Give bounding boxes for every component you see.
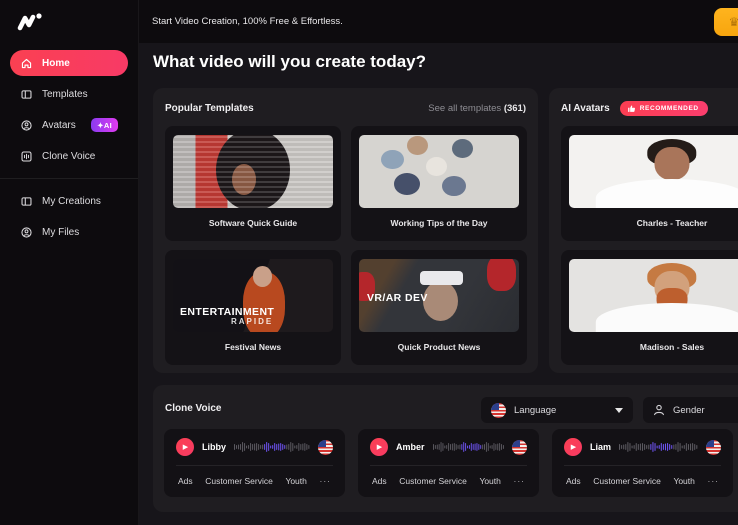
template-card[interactable]: ENTERTAINMENT RAPIDE Festival News <box>165 250 341 365</box>
templates-icon <box>20 88 33 101</box>
voice-name: Amber <box>396 442 425 452</box>
thumbnail-overlay-text: VR/AR DEV <box>367 292 428 304</box>
language-dropdown[interactable]: Language <box>481 397 633 423</box>
template-caption: Festival News <box>173 342 333 352</box>
more-tags-icon[interactable]: ··· <box>319 476 331 486</box>
sidebar-divider <box>0 178 138 179</box>
voice-tag[interactable]: Customer Service <box>205 476 273 486</box>
template-thumbnail: VR/AR DEV <box>359 259 519 332</box>
voice-name: Liam <box>590 442 611 452</box>
template-caption: Quick Product News <box>359 342 519 352</box>
popular-templates-title: Popular Templates <box>165 103 254 114</box>
template-thumbnail: ENTERTAINMENT RAPIDE <box>173 259 333 332</box>
sidebar-item-label: Home <box>42 58 70 69</box>
waveform-graphic <box>619 440 698 454</box>
avatars-icon <box>20 119 33 132</box>
voice-tag[interactable]: Ads <box>566 476 581 486</box>
template-card[interactable]: Working Tips of the Day <box>351 126 527 241</box>
recommended-badge: RECOMMENDED <box>620 101 708 116</box>
template-caption: Working Tips of the Day <box>359 218 519 228</box>
voice-tag[interactable]: Youth <box>285 476 306 486</box>
sidebar-item-label: Avatars <box>42 120 76 131</box>
us-flag-icon <box>491 403 506 418</box>
clone-voice-icon <box>20 150 33 163</box>
page-title: What video will you create today? <box>153 52 426 72</box>
voice-tag[interactable]: Ads <box>372 476 387 486</box>
template-thumbnail <box>359 135 519 208</box>
play-voice-button[interactable]: ▶ <box>370 438 388 456</box>
app-window: Start Video Creation, 100% Free & Effort… <box>0 0 738 525</box>
waveform-graphic <box>433 440 504 454</box>
template-caption: Software Quick Guide <box>173 218 333 228</box>
voice-card[interactable]: ▶ Libby Ads Customer Service Youth ··· <box>164 429 345 497</box>
avatar-photo <box>569 259 738 332</box>
more-tags-icon[interactable]: ··· <box>707 476 719 486</box>
us-flag-icon <box>706 440 721 455</box>
play-voice-button[interactable]: ▶ <box>176 438 194 456</box>
ai-avatars-panel: AI Avatars RECOMMENDED Charles - Teacher <box>549 88 738 373</box>
sidebar: Home Templates Avatars ✦AI Clone Voice <box>0 0 139 525</box>
voice-tag[interactable]: Customer Service <box>399 476 467 486</box>
voice-tag[interactable]: Youth <box>479 476 500 486</box>
voice-tag[interactable]: Customer Service <box>593 476 661 486</box>
language-dropdown-label: Language <box>514 405 556 416</box>
sidebar-item-label: My Files <box>42 227 79 238</box>
sidebar-item-avatars[interactable]: Avatars ✦AI <box>10 112 128 138</box>
voice-tag[interactable]: Ads <box>178 476 193 486</box>
template-card[interactable]: VR/AR DEV Quick Product News <box>351 250 527 365</box>
sidebar-item-clone-voice[interactable]: Clone Voice <box>10 143 128 169</box>
my-creations-icon <box>20 195 33 208</box>
sidebar-nav: Home Templates Avatars ✦AI Clone Voice <box>0 50 138 250</box>
upgrade-button[interactable]: ♛ <box>714 8 738 36</box>
avatar-photo <box>569 135 738 208</box>
main-content: What video will you create today? Popula… <box>139 43 738 525</box>
more-tags-icon[interactable]: ··· <box>513 476 525 486</box>
sidebar-item-templates[interactable]: Templates <box>10 81 128 107</box>
gender-dropdown-label: Gender <box>673 405 705 416</box>
thumbnail-overlay-subtext: RAPIDE <box>231 317 273 326</box>
avatar-caption: Charles - Teacher <box>569 218 738 228</box>
home-icon <box>20 57 33 70</box>
voice-card[interactable]: ▶ Amber Ads Customer Service Youth ··· <box>358 429 539 497</box>
app-logo-icon <box>16 10 50 34</box>
clone-voice-title: Clone Voice <box>165 403 222 414</box>
ai-sparkle-badge: ✦AI <box>91 118 118 132</box>
avatar-caption: Madison - Sales <box>569 342 738 352</box>
avatar-cards-grid: Charles - Teacher Madison - Sales <box>561 126 738 365</box>
voice-tag[interactable]: Youth <box>673 476 694 486</box>
sidebar-item-label: My Creations <box>42 196 101 207</box>
sidebar-item-my-creations[interactable]: My Creations <box>10 188 128 214</box>
my-files-icon <box>20 226 33 239</box>
sidebar-item-label: Templates <box>42 89 88 100</box>
sidebar-item-home[interactable]: Home <box>10 50 128 76</box>
us-flag-icon <box>318 440 333 455</box>
voice-name: Libby <box>202 442 226 452</box>
template-card[interactable]: Software Quick Guide <box>165 126 341 241</box>
sidebar-item-label: Clone Voice <box>42 151 95 162</box>
person-icon <box>653 404 665 416</box>
us-flag-icon <box>512 440 527 455</box>
topbar-message: Start Video Creation, 100% Free & Effort… <box>152 0 343 43</box>
play-voice-button[interactable]: ▶ <box>564 438 582 456</box>
thumbs-up-icon <box>627 104 636 113</box>
gender-dropdown[interactable]: Gender <box>643 397 738 423</box>
ai-avatars-title: AI Avatars <box>561 103 610 114</box>
template-cards-grid: Software Quick Guide Working Tips of the… <box>165 126 526 365</box>
clone-voice-panel: Clone Voice Language Gender ▶ Libby <box>153 385 738 512</box>
chevron-down-icon <box>615 408 623 413</box>
sidebar-item-my-files[interactable]: My Files <box>10 219 128 245</box>
see-all-templates-link[interactable]: See all templates (361) <box>428 103 526 114</box>
avatar-card[interactable]: Charles - Teacher <box>561 126 738 241</box>
voice-card[interactable]: ▶ Liam Ads Customer Service Youth ··· <box>552 429 733 497</box>
template-thumbnail <box>173 135 333 208</box>
avatar-card[interactable]: Madison - Sales <box>561 250 738 365</box>
voice-cards-row: ▶ Libby Ads Customer Service Youth ··· <box>164 429 733 497</box>
waveform-graphic <box>234 440 310 454</box>
popular-templates-panel: Popular Templates See all templates (361… <box>153 88 538 373</box>
